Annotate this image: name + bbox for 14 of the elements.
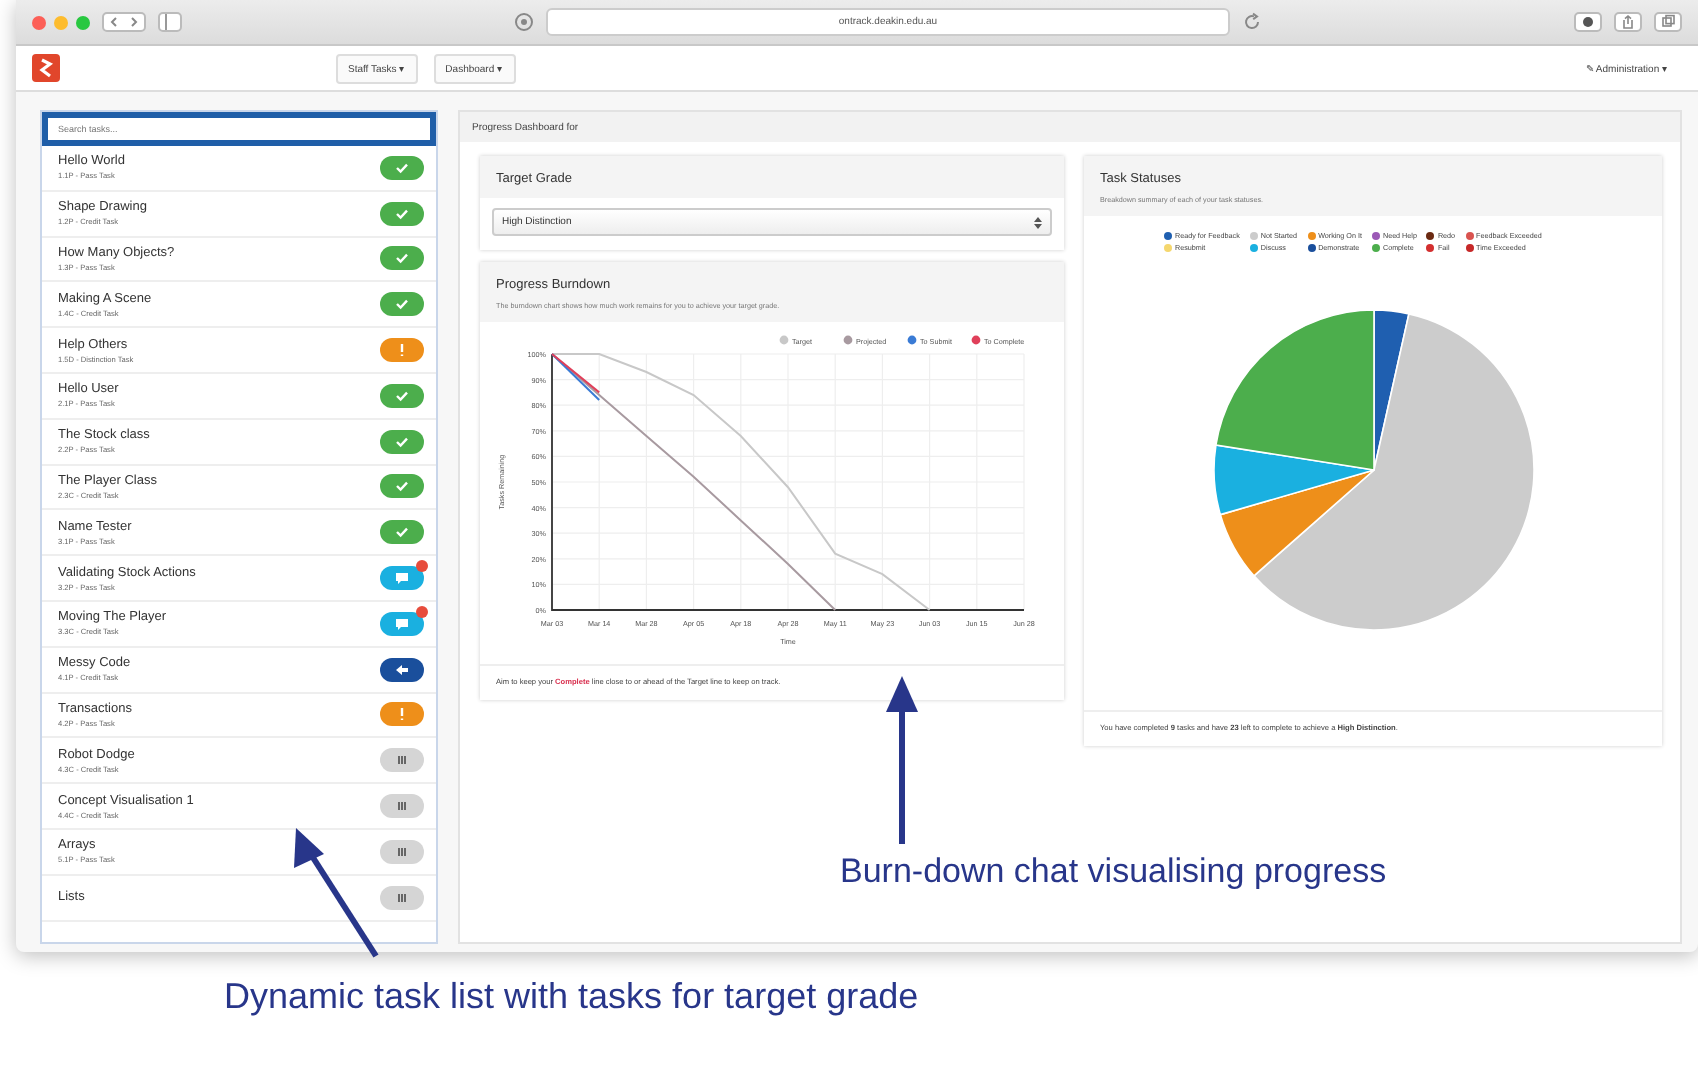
select-caret-icon (1034, 215, 1042, 229)
annotation-text: Dynamic task list with tasks for target grade (224, 976, 919, 1018)
app-logo-icon[interactable] (32, 54, 60, 82)
annotation-text: Burn-down chat visualising progress (840, 852, 1387, 892)
extension-icon[interactable] (1574, 12, 1602, 32)
zoom-window-button[interactable] (76, 15, 90, 29)
reload-icon[interactable] (1242, 12, 1262, 32)
privacy-icon[interactable] (514, 12, 534, 32)
back-forward-icon[interactable] (102, 12, 146, 32)
share-icon[interactable] (1614, 12, 1642, 32)
close-window-button[interactable] (32, 15, 46, 29)
annotation-arrow (294, 828, 379, 958)
sidebar-icon[interactable] (158, 12, 182, 32)
tabs-icon[interactable] (1654, 12, 1682, 32)
